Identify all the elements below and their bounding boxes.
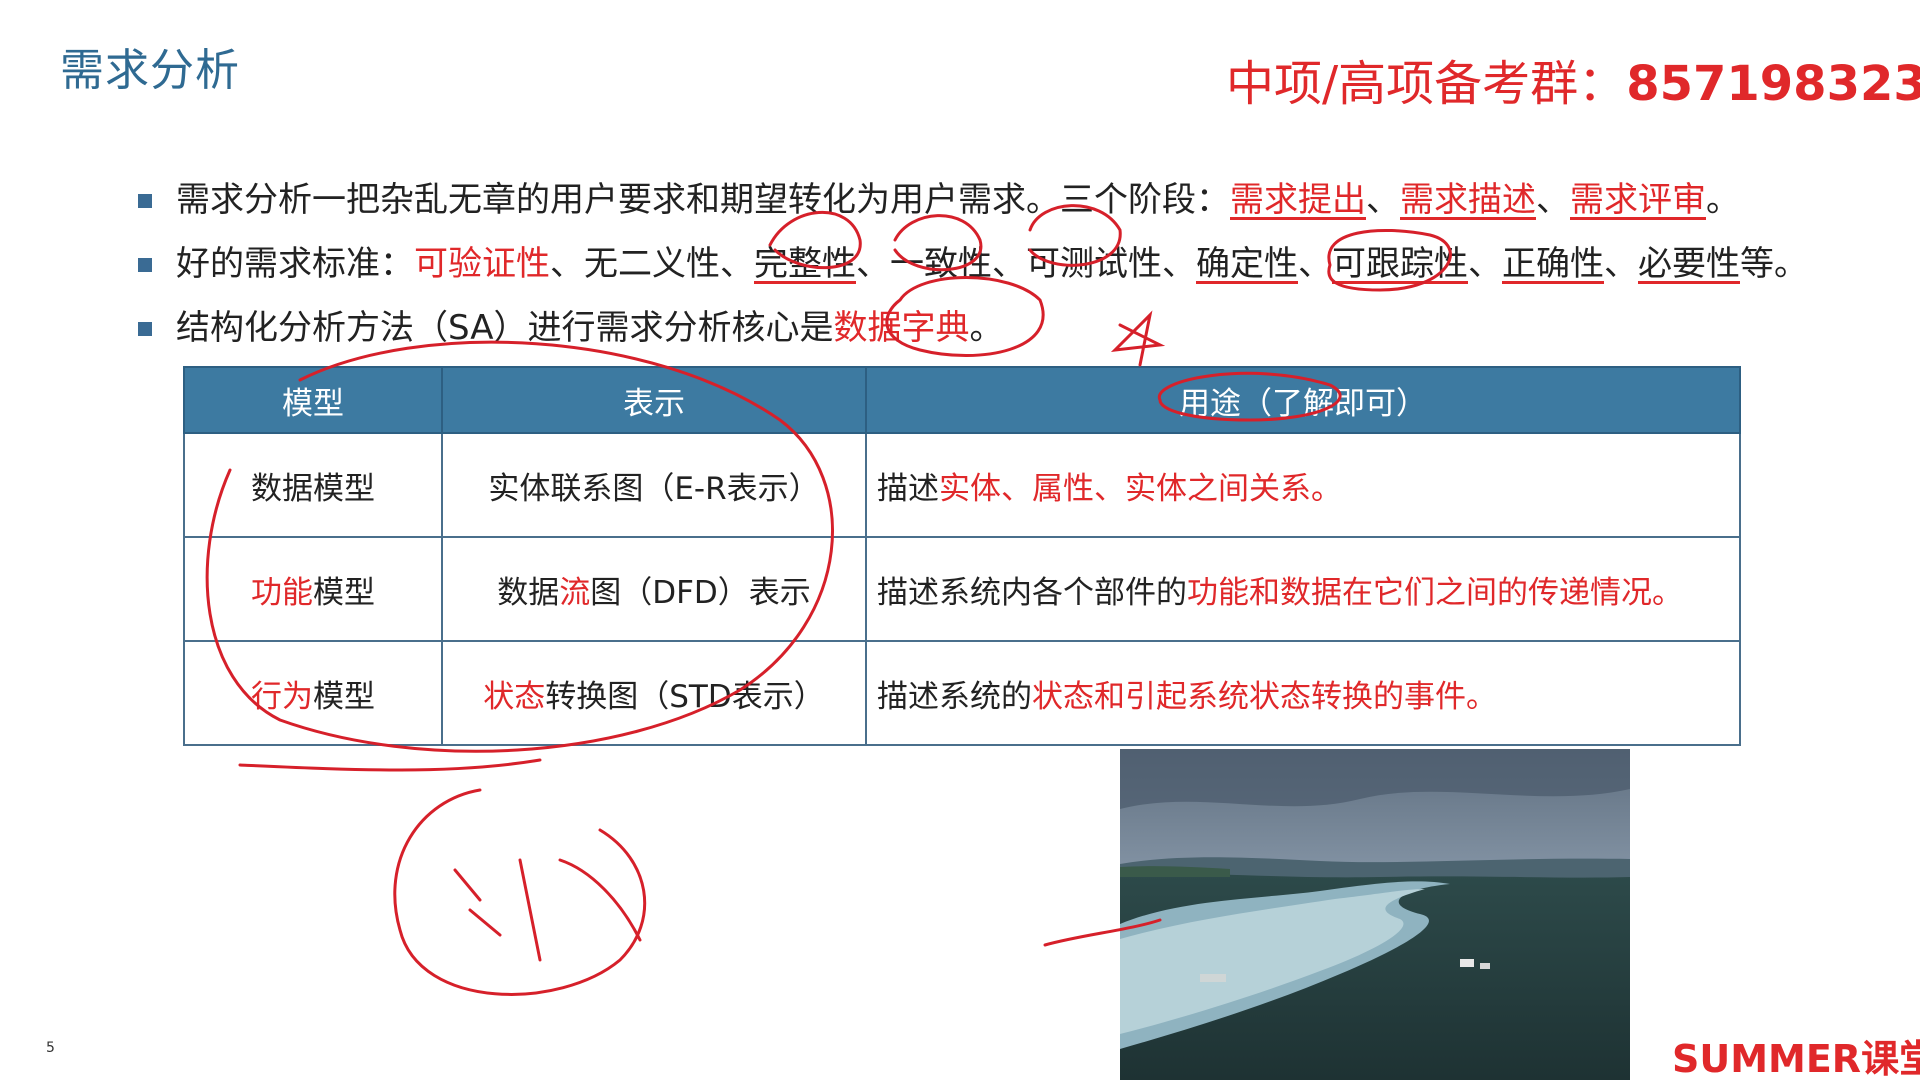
keyword: 需求评审 bbox=[1570, 180, 1706, 220]
slide-title: 需求分析 bbox=[60, 45, 240, 96]
bullet-text: 好的需求标准： bbox=[176, 244, 414, 284]
representation-cell: 数据流图（DFD）表示 bbox=[441, 536, 867, 642]
keyword: 完整性 bbox=[754, 244, 856, 284]
table-row: 数据模型 实体联系图（E-R表示） 描述实体、属性、实体之间关系。 bbox=[183, 432, 1741, 538]
group-number: 857198323 bbox=[1626, 56, 1920, 112]
column-header: 模型 bbox=[183, 366, 443, 434]
table-header-row: 模型 表示 用途（了解即可） bbox=[183, 366, 1741, 434]
river-photo-illustration bbox=[1120, 749, 1630, 1080]
keyword: 确定性 bbox=[1196, 244, 1298, 284]
scribble-annotation bbox=[453, 858, 642, 962]
brand-logo: SUMMER课堂 bbox=[1672, 1037, 1920, 1081]
bullet-item: 需求分析一把杂乱无章的用户要求和期望转化为用户需求。三个阶段：需求提出、需求描述… bbox=[138, 176, 1838, 240]
table-row: 功能模型 数据流图（DFD）表示 描述系统内各个部件的功能和数据在它们之间的传递… bbox=[183, 536, 1741, 642]
circle-annotation bbox=[393, 788, 647, 996]
usage-cell: 描述系统的状态和引起系统状态转换的事件。 bbox=[865, 640, 1741, 746]
keyword: 可跟踪性 bbox=[1332, 244, 1468, 284]
column-header: 用途（了解即可） bbox=[865, 366, 1741, 434]
keyword: 需求描述 bbox=[1400, 180, 1536, 220]
bullet-square-icon bbox=[138, 194, 152, 208]
bullet-square-icon bbox=[138, 322, 152, 336]
model-cell: 功能模型 bbox=[183, 536, 443, 642]
keyword: 可验证性 bbox=[414, 244, 550, 284]
keyword: 可测试性 bbox=[1026, 244, 1162, 284]
bullet-text: 需求分析一把杂乱无章的用户要求和期望转化为用户需求。三个阶段： bbox=[176, 180, 1230, 220]
keyword: 数据字典 bbox=[833, 308, 970, 348]
river-landscape-image bbox=[1120, 749, 1630, 1080]
bullet-item: 结构化分析方法（SA）进行需求分析核心是数据字典。 bbox=[138, 304, 1838, 368]
representation-cell: 实体联系图（E-R表示） bbox=[441, 432, 867, 538]
usage-cell: 描述实体、属性、实体之间关系。 bbox=[865, 432, 1741, 538]
model-cell: 行为模型 bbox=[183, 640, 443, 746]
representation-cell: 状态转换图（STD表示） bbox=[441, 640, 867, 746]
underline-annotation bbox=[238, 758, 542, 772]
usage-cell: 描述系统内各个部件的功能和数据在它们之间的传递情况。 bbox=[865, 536, 1741, 642]
column-header: 表示 bbox=[441, 366, 867, 434]
bullet-list: 需求分析一把杂乱无章的用户要求和期望转化为用户需求。三个阶段：需求提出、需求描述… bbox=[138, 176, 1838, 368]
keyword: 必要性 bbox=[1638, 244, 1740, 284]
bullet-text: 结构化分析方法（SA）进行需求分析核心是 bbox=[176, 308, 834, 348]
keyword: 一致性 bbox=[890, 244, 992, 284]
model-cell: 数据模型 bbox=[183, 432, 443, 538]
page-number: 5 bbox=[46, 1040, 55, 1056]
bullet-square-icon bbox=[138, 258, 152, 272]
keyword: 需求提出 bbox=[1230, 180, 1366, 220]
model-table: 模型 表示 用途（了解即可） 数据模型 实体联系图（E-R表示） 描述实体、属性… bbox=[183, 366, 1741, 746]
study-group-banner: 中项/高项备考群：857198323 bbox=[1226, 44, 1920, 114]
group-label: 中项/高项备考群： bbox=[1226, 56, 1627, 112]
bullet-item: 好的需求标准：可验证性、无二义性、完整性、一致性、可测试性、确定性、可跟踪性、正… bbox=[138, 240, 1838, 304]
keyword: 正确性 bbox=[1502, 244, 1604, 284]
table-row: 行为模型 状态转换图（STD表示） 描述系统的状态和引起系统状态转换的事件。 bbox=[183, 640, 1741, 746]
